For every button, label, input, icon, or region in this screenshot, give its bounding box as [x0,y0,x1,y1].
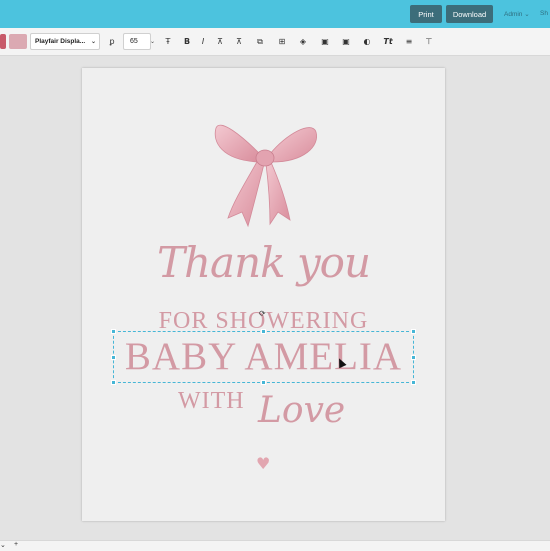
design-page[interactable]: Thank you FOR SHOWERING BABY AMELIA WITH… [82,68,445,521]
admin-label: Admin [504,11,523,18]
love-text[interactable]: Love [258,390,345,431]
font-family-select[interactable]: Playfair Displa... ⌄ [30,33,100,50]
bottom-bar: ⌄ + [0,540,550,551]
copy-style-icon[interactable]: ▣ [319,36,331,48]
text-transform-icon[interactable]: Tt [382,36,394,48]
bold-icon[interactable]: B [181,36,193,48]
text-toolbar: Playfair Displa... ⌄ ꝑ 65 ⌄ Ŧ B I ⊼ ⊼ ⧉ … [0,28,550,56]
chevron-down-icon[interactable]: ⌄ [150,38,155,45]
align-icon[interactable]: ⊼ [214,36,226,48]
thank-you-text[interactable]: Thank you [82,238,445,287]
zoom-in-icon[interactable]: + [14,541,18,548]
selection-box[interactable] [113,331,414,383]
top-bar: Print Download Admin ⌄ Sh [0,0,550,28]
resize-handle-bottom-left[interactable] [111,380,116,385]
effects-icon[interactable]: ⊼ [233,36,245,48]
resize-handle-left[interactable] [111,355,116,360]
color-swatch-dark[interactable] [0,34,6,49]
font-family-value: Playfair Displa... [35,38,86,45]
heart-icon[interactable]: ♥ [256,454,270,473]
resize-handle-bottom[interactable] [261,380,266,385]
resize-handle-top-right[interactable] [411,329,416,334]
bow-illustration[interactable] [212,116,320,231]
with-text[interactable]: WITH [178,388,245,415]
resize-handle-bottom-right[interactable] [411,380,416,385]
layers-icon[interactable]: ⊞ [276,36,288,48]
chevron-down-icon: ⌄ [524,11,530,18]
chevron-down-icon: ⌄ [90,39,96,45]
duplicate-icon[interactable]: ⧉ [254,36,266,48]
letter-spacing-icon[interactable]: Ŧ [162,36,174,48]
print-button[interactable]: Print [410,5,442,23]
position-icon[interactable]: ◈ [297,36,309,48]
download-button[interactable]: Download [446,5,493,23]
zoom-out-icon[interactable]: ⌄ [0,541,6,549]
italic-icon[interactable]: I [197,36,209,48]
resize-handle-top-left[interactable] [111,329,116,334]
color-swatch-pink[interactable] [9,34,27,49]
font-size-value: 65 [130,38,138,45]
resize-handle-top[interactable] [261,329,266,334]
resize-handle-right[interactable] [411,355,416,360]
distribute-icon[interactable]: ⊤ [423,36,435,48]
color-icon[interactable]: ◐ [361,36,373,48]
text-style-icon[interactable]: ꝑ [106,36,118,48]
share-button[interactable]: Sh [540,10,548,17]
font-size-input[interactable]: 65 [123,33,151,50]
lock-icon[interactable]: ▣ [340,36,352,48]
line-height-icon[interactable]: ≡ [403,36,415,48]
rotate-handle-icon[interactable]: ⟳ [259,309,268,318]
admin-menu[interactable]: Admin ⌄ [504,10,530,18]
